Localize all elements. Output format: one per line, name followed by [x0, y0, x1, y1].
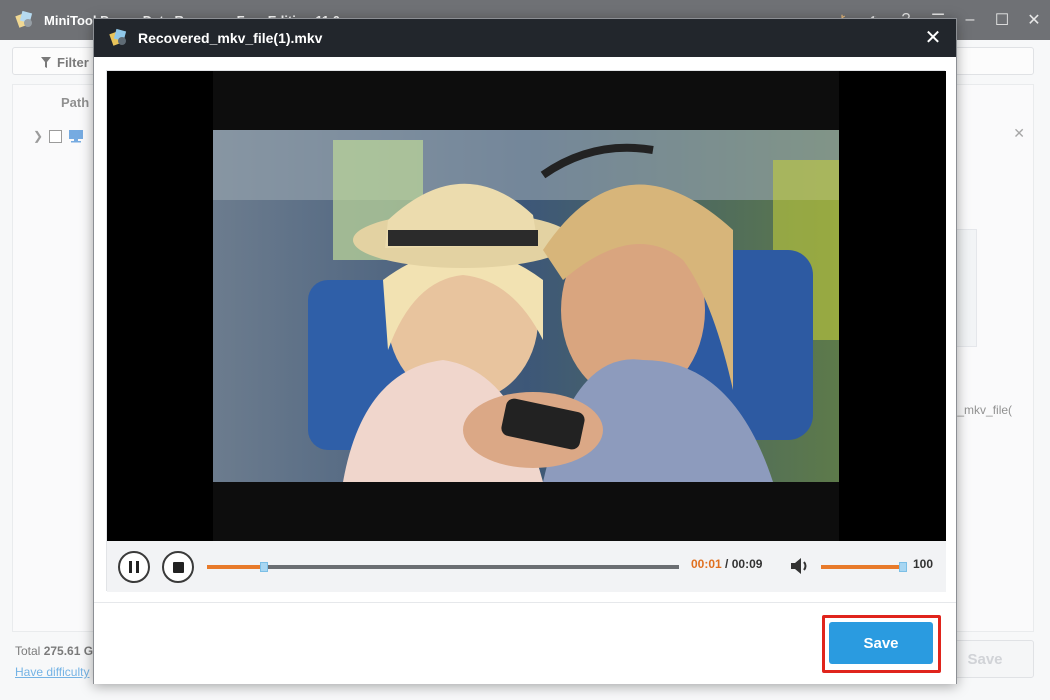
dialog-titlebar: Recovered_mkv_file(1).mkv ✕: [94, 19, 956, 57]
video-frame-image: [213, 130, 839, 482]
volume-level: [821, 565, 903, 569]
video-preview-dialog: Recovered_mkv_file(1).mkv ✕ 00:01 / 00:0…: [93, 18, 957, 684]
duration: 00:09: [731, 557, 763, 571]
volume-thumb[interactable]: [899, 562, 907, 572]
seek-thumb[interactable]: [259, 562, 268, 572]
dialog-footer: Save: [94, 602, 956, 684]
minitool-logo-icon: [109, 28, 127, 46]
speaker-icon[interactable]: [789, 555, 811, 577]
time-display: 00:01 / 00:09: [691, 557, 763, 571]
dialog-title: Recovered_mkv_file(1).mkv: [138, 30, 323, 46]
seek-slider[interactable]: [207, 562, 679, 572]
stop-icon: [172, 561, 184, 573]
video-viewport[interactable]: [107, 71, 946, 541]
current-time: 00:01: [691, 557, 722, 571]
close-icon[interactable]: ✕: [922, 27, 944, 49]
video-player: 00:01 / 00:09 100: [106, 70, 946, 592]
save-button[interactable]: Save: [829, 622, 933, 664]
stop-button[interactable]: [162, 551, 194, 583]
volume-slider[interactable]: [821, 562, 907, 572]
pause-button[interactable]: [118, 551, 150, 583]
player-controls: 00:01 / 00:09 100: [107, 541, 946, 592]
pause-icon: [129, 561, 139, 573]
volume-value: 100: [913, 557, 934, 571]
seek-progress: [207, 565, 264, 569]
